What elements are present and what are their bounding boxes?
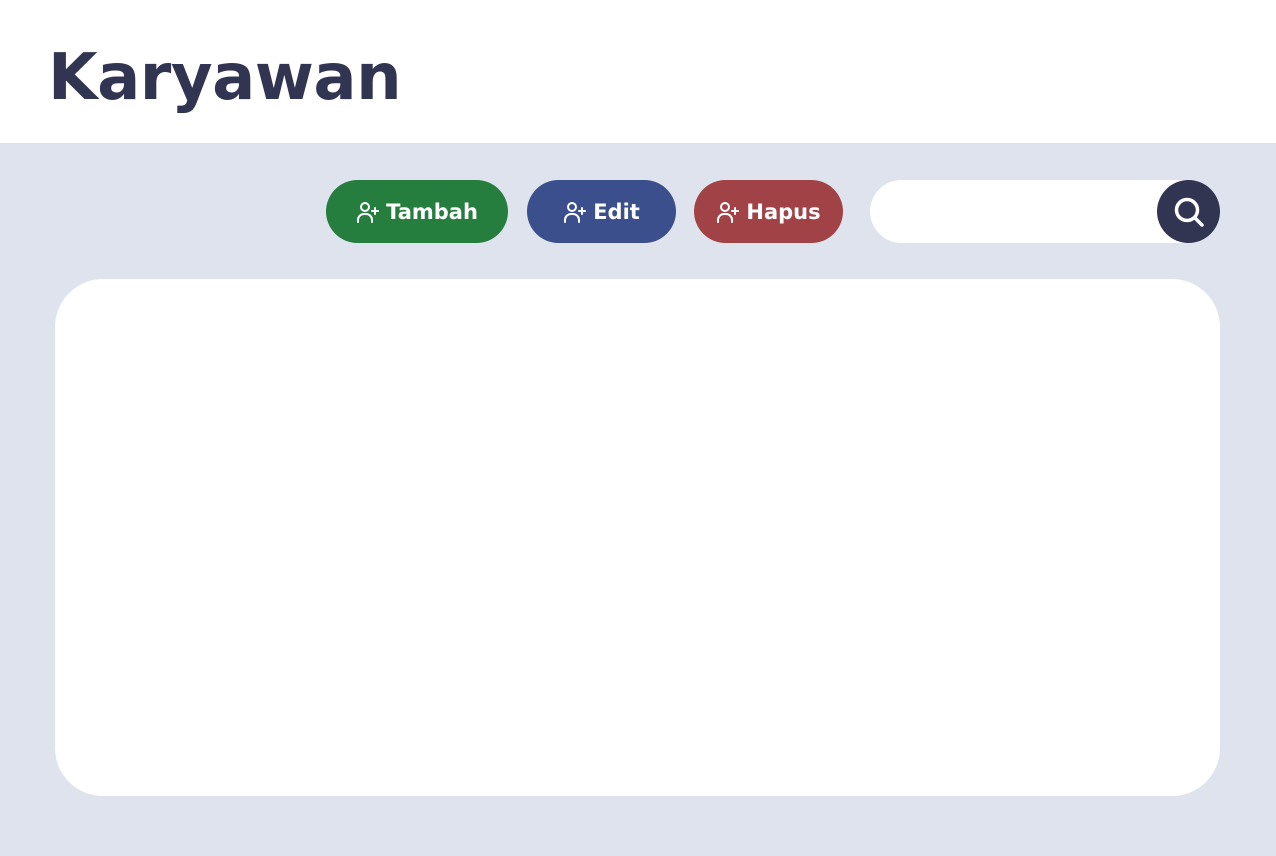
add-button-label: Tambah — [386, 199, 478, 224]
edit-button-label: Edit — [593, 199, 640, 224]
user-plus-icon — [357, 201, 380, 223]
search-icon — [1174, 197, 1204, 227]
user-plus-icon — [564, 201, 587, 223]
page-title: Karyawan — [48, 41, 402, 115]
search-button[interactable] — [1157, 180, 1220, 243]
content-panel — [55, 279, 1220, 796]
edit-employee-button[interactable]: Edit — [527, 180, 676, 243]
page-header: Karyawan — [0, 0, 1276, 143]
search-box — [870, 180, 1220, 243]
add-employee-button[interactable]: Tambah — [326, 180, 508, 243]
user-plus-icon — [717, 201, 740, 223]
delete-employee-button[interactable]: Hapus — [694, 180, 843, 243]
delete-button-label: Hapus — [746, 199, 821, 224]
search-input[interactable] — [870, 180, 1155, 243]
